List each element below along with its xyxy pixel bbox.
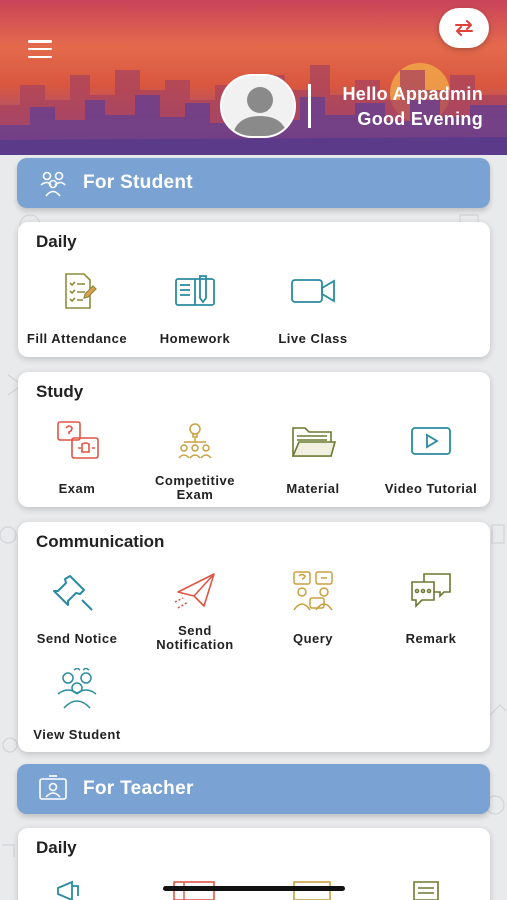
- query-item[interactable]: Query: [254, 570, 372, 650]
- daily-card-title: Daily: [36, 232, 77, 251]
- send-notification-label-1: Send: [178, 623, 212, 638]
- fill-attendance-label: Fill Attendance: [26, 331, 128, 346]
- notes-icon: [413, 881, 439, 900]
- hamburger-menu-icon[interactable]: [28, 40, 52, 58]
- for-student-title: For Student: [83, 172, 193, 193]
- material-label: Material: [286, 481, 340, 496]
- competitive-exam-label-2: Exam: [176, 487, 214, 502]
- students-group-icon: [57, 668, 97, 709]
- view-student-item[interactable]: View Student: [18, 668, 136, 748]
- remark-item[interactable]: Remark: [372, 570, 490, 650]
- homework-icon: [175, 275, 215, 306]
- paper-plane-icon: [174, 573, 215, 609]
- query-label: Query: [292, 631, 334, 646]
- daily-card: Daily Fill Attendance Homework Live Clas…: [18, 222, 490, 357]
- chat-bubbles-icon: [411, 573, 451, 608]
- video-camera-icon: [291, 279, 335, 303]
- home-indicator[interactable]: [163, 886, 345, 891]
- greeting-text: Hello Appadmin Good Evening: [342, 82, 483, 132]
- exam-label: Exam: [58, 481, 96, 496]
- header-divider: [308, 84, 311, 128]
- query-icon: [293, 571, 333, 611]
- live-class-item[interactable]: Live Class: [254, 270, 372, 350]
- send-notification-item[interactable]: Send Notification: [136, 570, 254, 652]
- for-teacher-title: For Teacher: [83, 778, 194, 799]
- communication-card: Communication Send Notice Send Notificat…: [18, 522, 490, 752]
- communication-card-title: Communication: [36, 532, 165, 551]
- competitive-exam-item[interactable]: Competitive Exam: [136, 420, 254, 502]
- send-notice-label: Send Notice: [36, 631, 118, 646]
- teacher-icon: [39, 775, 67, 800]
- study-card: Study Exam Competitive Exam Material Vid…: [18, 372, 490, 507]
- video-tutorial-item[interactable]: Video Tutorial: [372, 420, 490, 500]
- teacher-daily-card-title: Daily: [36, 838, 77, 857]
- exam-icon: [57, 421, 99, 459]
- homework-label: Homework: [159, 331, 231, 346]
- homework-item[interactable]: Homework: [136, 270, 254, 350]
- competitive-exam-icon: [178, 423, 212, 459]
- user-avatar[interactable]: [220, 74, 296, 138]
- material-item[interactable]: Material: [254, 420, 372, 500]
- greeting-time: Good Evening: [357, 109, 483, 129]
- live-class-label: Live Class: [278, 331, 348, 346]
- for-student-banner[interactable]: For Student: [17, 158, 490, 208]
- greeting-hello: Hello Appadmin: [342, 84, 483, 104]
- folder-icon: [291, 427, 337, 457]
- exam-item[interactable]: Exam: [18, 420, 136, 500]
- send-notification-label-2: Notification: [156, 637, 234, 652]
- remark-label: Remark: [405, 631, 457, 646]
- video-tutorial-label: Video Tutorial: [384, 481, 478, 496]
- swap-button[interactable]: [439, 8, 489, 48]
- send-notice-item[interactable]: Send Notice: [18, 570, 136, 650]
- attendance-icon: [65, 273, 97, 309]
- students-icon: [40, 171, 66, 197]
- study-card-title: Study: [36, 382, 84, 401]
- app-header: Hello Appadmin Good Evening: [0, 0, 507, 155]
- pushpin-icon: [53, 575, 93, 611]
- fill-attendance-item[interactable]: Fill Attendance: [18, 270, 136, 350]
- view-student-label: View Student: [33, 727, 121, 742]
- swap-arrows-icon: [455, 20, 473, 36]
- competitive-exam-label-1: Competitive: [155, 473, 235, 488]
- play-icon: [411, 427, 451, 455]
- for-teacher-banner[interactable]: For Teacher: [17, 764, 490, 814]
- megaphone-icon: [57, 880, 79, 900]
